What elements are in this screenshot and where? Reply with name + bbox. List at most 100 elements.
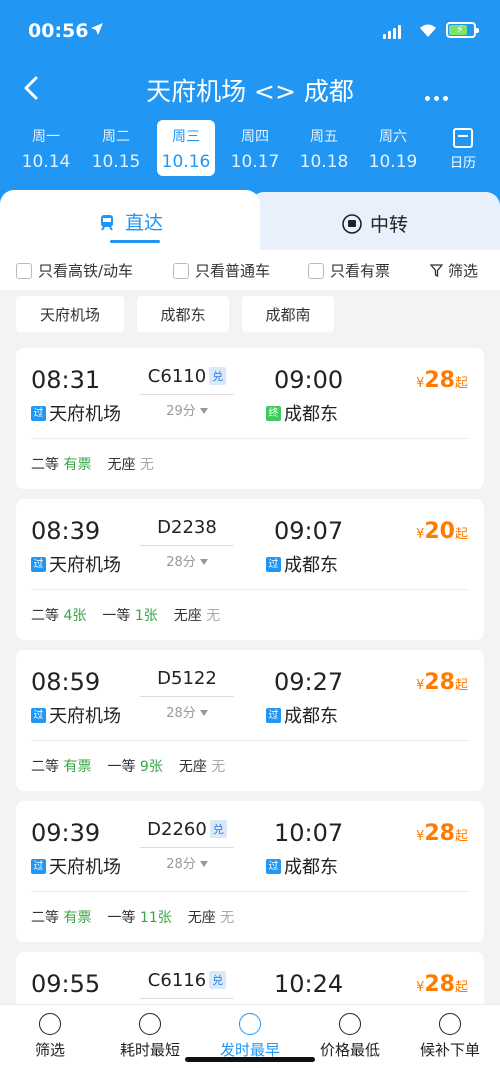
calendar-label: 日历: [449, 156, 476, 171]
calendar-button[interactable]: 日历: [446, 128, 480, 171]
tab-transfer[interactable]: 中转: [250, 192, 500, 250]
train-number: D5122: [157, 668, 217, 689]
train-card[interactable]: 08:59 D5122 09:27 ¥28起 28分过天府机场 过成都东 二等 有票 一等 9…: [16, 650, 484, 791]
divider: [31, 891, 469, 892]
regular-checkbox[interactable]: 只看普通车: [173, 260, 270, 281]
seat-info: 一等 1张: [102, 608, 158, 624]
arrival-time: 09:27: [274, 668, 344, 696]
seat-info: 一等 9张: [107, 759, 163, 775]
exchange-badge: 兑: [209, 971, 227, 989]
station-chip[interactable]: 成都东: [137, 296, 229, 332]
pass-tag: 过: [31, 556, 46, 572]
divider: [31, 438, 469, 439]
duration[interactable]: 28分: [140, 551, 234, 570]
arrival-station: 过成都东: [266, 551, 338, 577]
divider: [31, 589, 469, 590]
train-card[interactable]: 09:39 D2260 兑 10:07 ¥28起 28分过天府机场 过成都东 二等 有票 一等 …: [16, 801, 484, 942]
date-weekday: 周六: [379, 129, 407, 145]
checkbox-icon: [16, 262, 32, 279]
arrival-station: 终成都东: [266, 400, 338, 426]
seat-availability: 二等 有票 无座 无: [31, 454, 170, 474]
date-item[interactable]: 周五 10.18: [295, 120, 353, 176]
train-number: C6110 兑: [140, 366, 234, 387]
exchange-badge: 兑: [209, 820, 227, 838]
status-time: 00:56: [28, 20, 89, 42]
date-weekday: 周三: [172, 129, 200, 145]
date-item[interactable]: 周三 10.16: [157, 120, 215, 176]
filter-label: 筛选: [447, 262, 478, 280]
seat-info: 二等 有票: [31, 759, 92, 775]
date-item[interactable]: 周四 10.17: [226, 120, 284, 176]
price: ¥20起: [416, 519, 468, 544]
arrival-time: 10:24: [274, 970, 344, 998]
available-checkbox[interactable]: 只看有票: [308, 260, 390, 281]
more-button[interactable]: [425, 86, 452, 105]
train-number: D2260 兑: [140, 819, 234, 840]
arrival-time: 09:07: [274, 517, 344, 545]
tab-underline: [110, 240, 160, 243]
station-chip[interactable]: 天府机场: [16, 296, 124, 332]
filter-button[interactable]: 筛选: [429, 260, 478, 281]
tab-direct[interactable]: 直达: [0, 190, 260, 250]
calendar-icon: [453, 128, 473, 148]
sort-clock-24[interactable]: 发时最早: [200, 1013, 300, 1060]
wifi-icon: [420, 24, 436, 37]
date-value: 10.19: [368, 152, 418, 172]
filter-icon: [429, 264, 444, 278]
high-speed-label: 只看高铁/动车: [38, 262, 134, 280]
duration[interactable]: 29分: [140, 400, 234, 419]
price: ¥28起: [416, 821, 468, 846]
duration[interactable]: 28分: [140, 853, 234, 872]
station-tag: 终: [266, 405, 281, 421]
chevron-down-icon: [199, 861, 208, 867]
seat-availability: 二等 4张 一等 1张 无座 无: [31, 605, 236, 625]
route-line: [140, 545, 234, 546]
date-weekday: 周一: [32, 129, 60, 145]
main-content: 只看高铁/动车 只看普通车 只看有票 筛选 天府机场 成都东 成都南 08:31…: [0, 250, 500, 1068]
departure-time: 08:59: [31, 668, 101, 696]
price: ¥28起: [416, 972, 468, 997]
train-card[interactable]: 08:31 C6110 兑 09:00 ¥28起 29分过天府机场 终成都东 二等 有票 无座 …: [16, 348, 484, 489]
regular-label: 只看普通车: [195, 262, 271, 280]
date-value: 10.14: [21, 152, 71, 172]
train-card[interactable]: 08:39 D2238 09:07 ¥20起 28分过天府机场 过成都东 二等 4张 一等 1…: [16, 499, 484, 640]
date-weekday: 周四: [241, 129, 269, 145]
high-speed-checkbox[interactable]: 只看高铁/动车: [16, 260, 133, 281]
exchange-badge: 兑: [209, 367, 227, 385]
date-item[interactable]: 周二 10.15: [87, 120, 145, 176]
departure-station: 过天府机场: [31, 400, 121, 426]
train-number: D2238: [157, 517, 217, 538]
departure-time: 08:31: [31, 366, 101, 394]
route-line: [140, 847, 234, 848]
arrival-station: 过成都东: [266, 702, 338, 728]
seat-info: 无座 无: [178, 759, 226, 775]
sort-price-tag[interactable]: 价格最低: [300, 1013, 400, 1060]
filter-row: 只看高铁/动车 只看普通车 只看有票 筛选: [0, 250, 500, 290]
sort-filter[interactable]: 筛选: [0, 1013, 100, 1060]
sort-cart[interactable]: 候补下单: [400, 1013, 500, 1060]
status-bar: 00:56 ⚡: [0, 0, 500, 60]
seat-info: 二等 4张: [31, 608, 87, 624]
header: 00:56 ⚡ 天府机场 <> 成都 周一 10.14 周二 10.15 周三 10.16…: [0, 0, 500, 215]
date-item[interactable]: 周一 10.14: [17, 120, 75, 176]
seat-info: 无座 无: [107, 457, 154, 473]
arrival-station: 过成都东: [266, 853, 338, 879]
tab-direct-label: 直达: [124, 212, 163, 234]
cart-icon: [439, 1013, 461, 1035]
route-tabs: 中转 直达: [0, 190, 500, 250]
date-value: 10.15: [91, 152, 141, 172]
sort-timer[interactable]: 耗时最短: [100, 1013, 200, 1060]
station-chip[interactable]: 成都南: [242, 296, 334, 332]
signal-icon: [383, 25, 405, 39]
duration[interactable]: 28分: [140, 702, 234, 721]
home-indicator: [185, 1057, 315, 1062]
departure-station: 过天府机场: [31, 551, 121, 577]
date-item[interactable]: 周六 10.19: [364, 120, 422, 176]
departure-time: 09:39: [31, 819, 101, 847]
battery-icon: ⚡: [446, 22, 479, 38]
pass-tag: 过: [31, 858, 46, 874]
seat-availability: 二等 有票 一等 9张 无座 无: [31, 756, 241, 776]
station-tag: 过: [266, 556, 281, 572]
route-line: [140, 394, 234, 395]
pass-tag: 过: [31, 707, 46, 723]
